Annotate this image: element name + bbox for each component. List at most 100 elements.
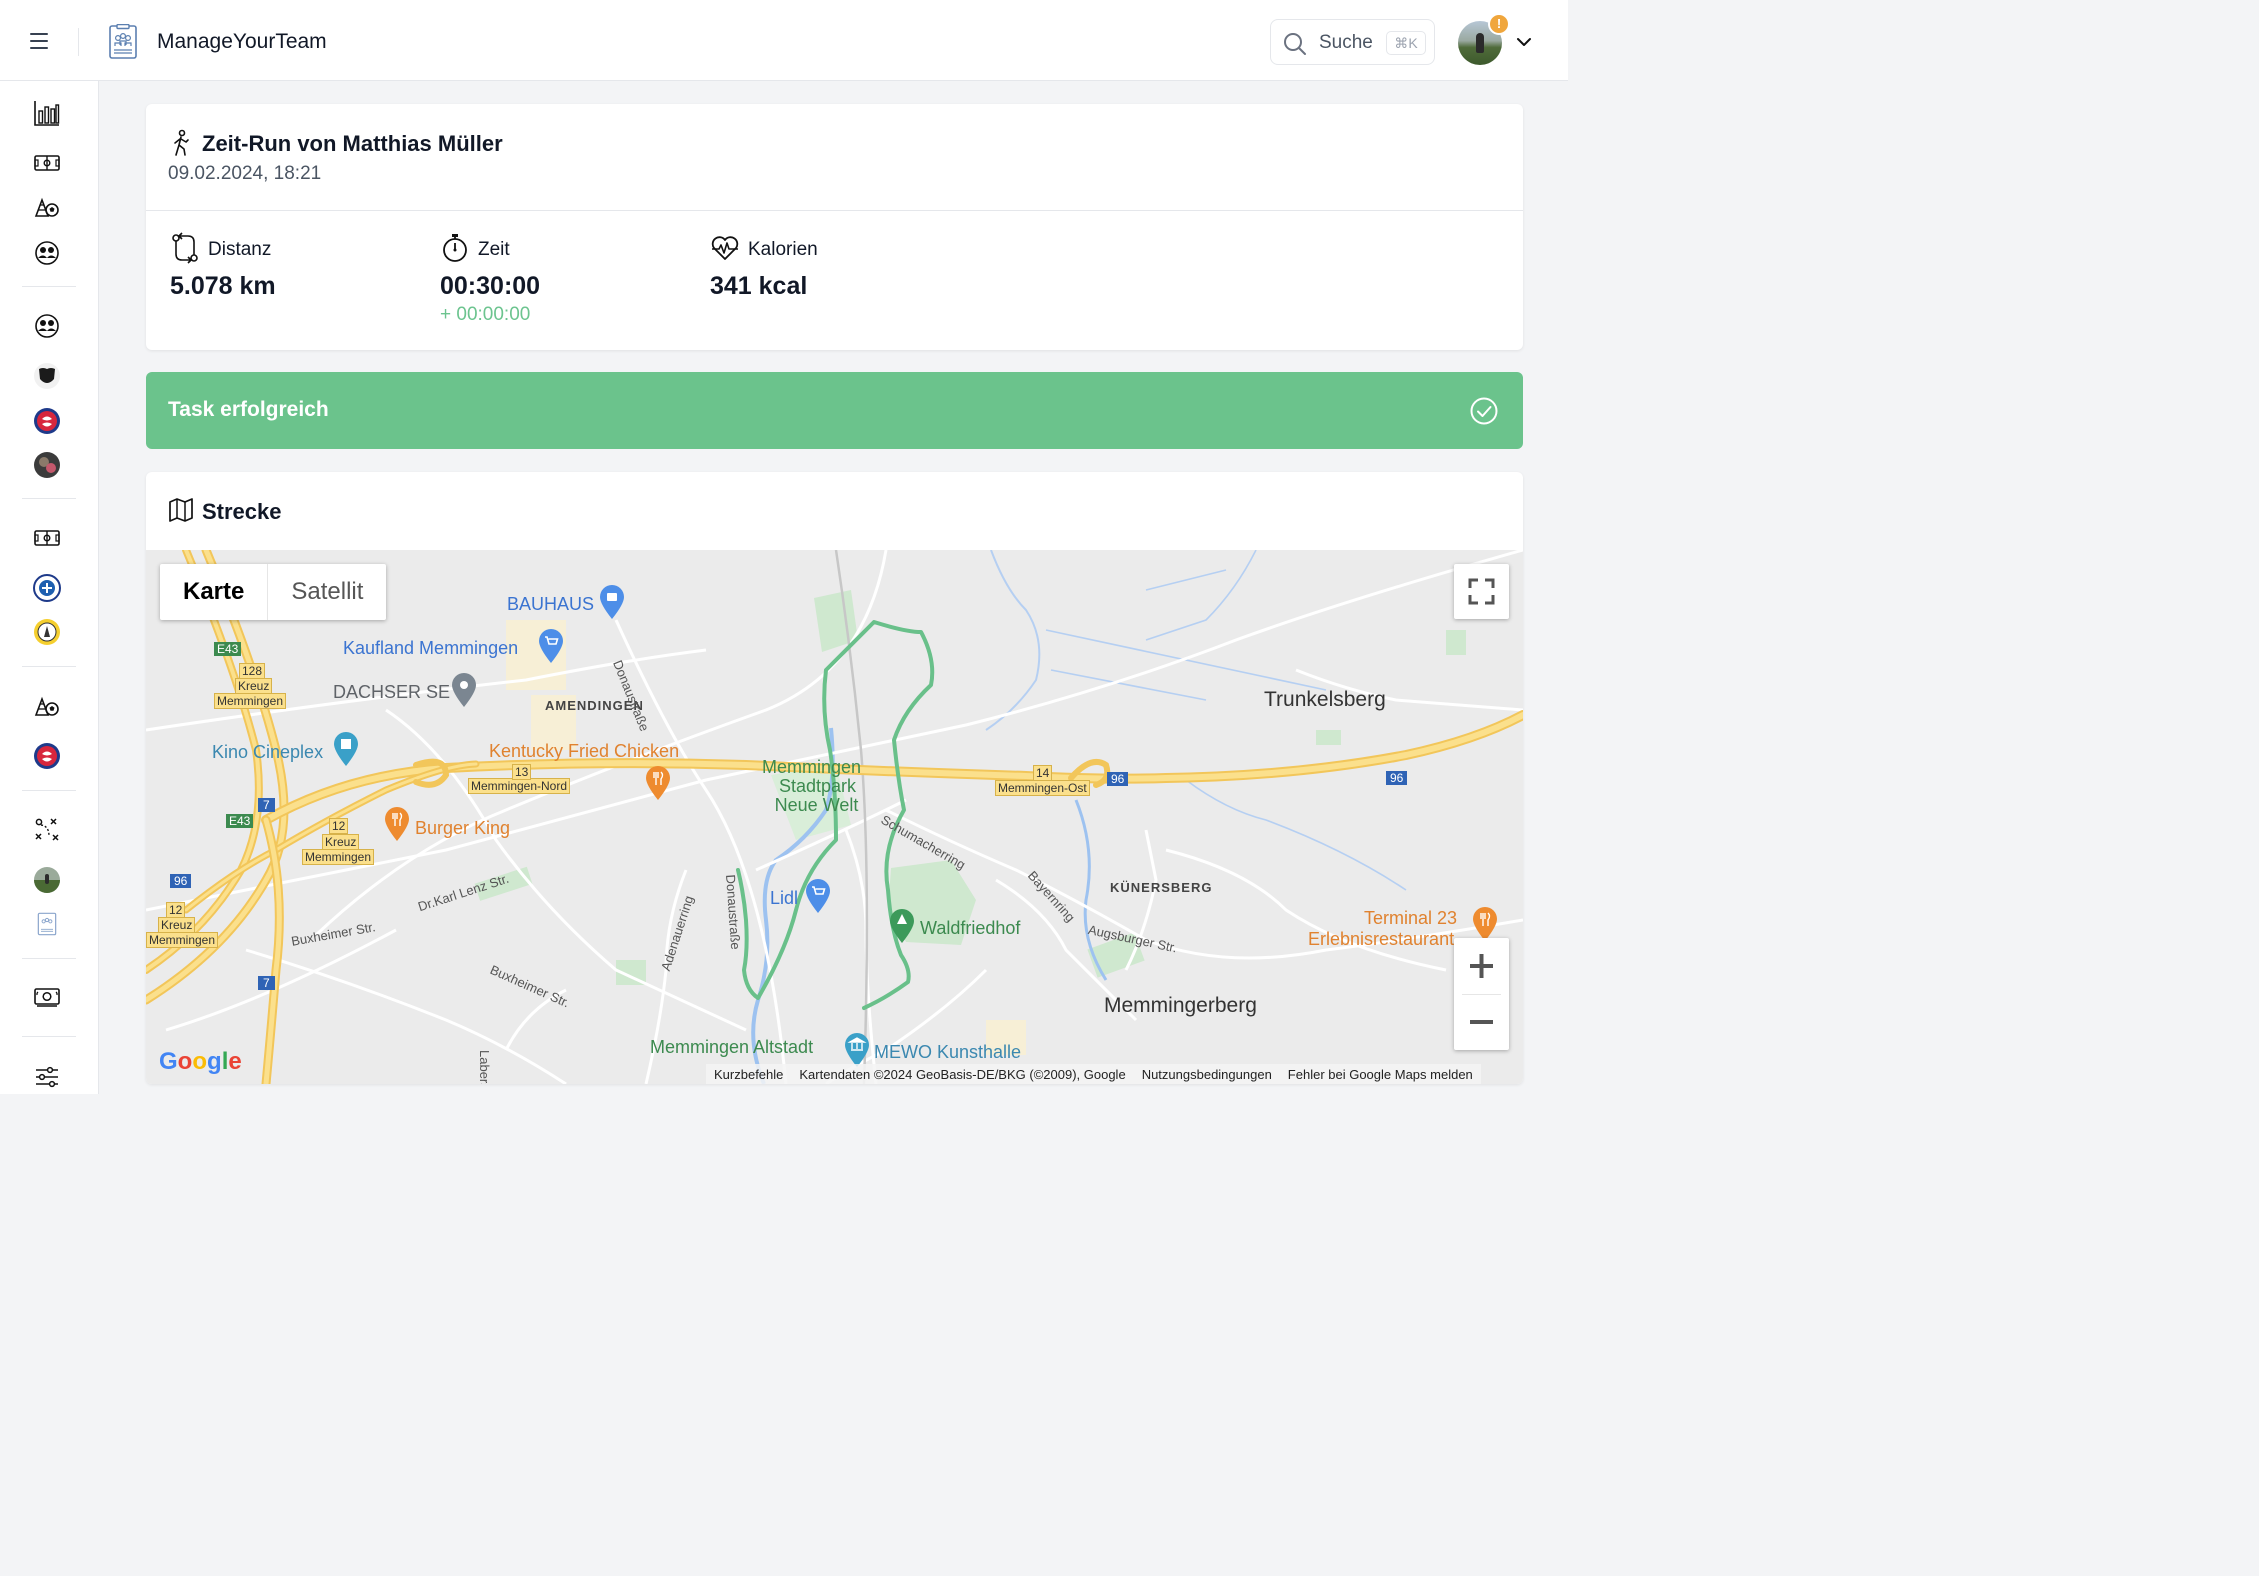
shopping-cart-pin-icon[interactable] (804, 878, 832, 914)
map-label-burger-king: Burger King (415, 818, 511, 838)
sidebar-item-profile[interactable] (33, 866, 61, 894)
sidebar-item-club-3[interactable] (33, 451, 61, 479)
sidebar-divider (22, 958, 76, 959)
sidebar-item-field[interactable] (33, 149, 61, 177)
map-attribution: Kurzbefehle Kartendaten ©2024 GeoBasis-D… (706, 1064, 1481, 1084)
notification-badge[interactable]: ! (1488, 13, 1510, 35)
map-data-text: Kartendaten ©2024 GeoBasis-DE/BKG (©2009… (799, 1066, 1126, 1082)
field-icon (34, 155, 60, 171)
map-label-kreuz-12: 12 (329, 818, 349, 834)
sidebar-item-manageyourteam[interactable] (33, 910, 61, 938)
map-label-kfc: Kentucky Fried Chicken (489, 741, 680, 761)
sidebar-item-finance[interactable] (33, 983, 61, 1011)
money-icon (34, 988, 60, 1007)
zoom-controls (1454, 938, 1509, 1050)
map-label-kreuz: Kreuz (322, 834, 360, 850)
menu-icon[interactable] (30, 33, 48, 49)
keyboard-shortcuts-link[interactable]: Kurzbefehle (706, 1067, 791, 1082)
terms-link[interactable]: Nutzungsbedingungen (1134, 1067, 1280, 1082)
cinema-pin-icon[interactable] (332, 731, 360, 767)
run-date: 09.02.2024, 18:21 (168, 163, 322, 184)
sidebar-divider (22, 286, 76, 287)
sidebar-divider (22, 498, 76, 499)
task-success-banner: Task erfolgreich (146, 372, 1523, 449)
bar-chart-icon (34, 101, 60, 126)
stat-calories-label: Kalorien (748, 239, 818, 260)
sidebar-item-equipment[interactable] (33, 194, 61, 222)
restaurant-pin-icon[interactable] (383, 806, 411, 842)
walking-person-icon (174, 129, 189, 156)
tactics-icon (35, 818, 59, 841)
stat-calories: Kalorien 341 kcal (710, 232, 950, 332)
sidebar-item-team-2[interactable] (33, 312, 61, 340)
map-type-satellit-button[interactable]: Satellit (268, 564, 386, 620)
sidebar-item-field-2[interactable] (33, 524, 61, 552)
app-title[interactable]: ManageYourTeam (157, 30, 327, 54)
top-bar: ManageYourTeam Suche ⌘K ! (0, 0, 1568, 81)
equipment-icon (34, 197, 59, 217)
restaurant-pin-icon[interactable] (1471, 906, 1499, 942)
heart-pulse-icon (711, 236, 739, 260)
map-label-kreuz-12-b: 12 (166, 902, 186, 918)
map-icon (169, 498, 193, 522)
sidebar-item-club-2[interactable] (33, 407, 61, 435)
map-label-kreuz-memmingen: Memmingen (302, 849, 375, 865)
route-map[interactable]: BAUHAUS Kaufland Memmingen DACHSER SE AM… (146, 550, 1523, 1084)
sidebar-item-team[interactable] (33, 239, 61, 267)
search-button[interactable]: Suche ⌘K (1270, 19, 1435, 65)
map-label-kreuz-memmingen-b: Memmingen (146, 932, 219, 948)
shopping-pin-icon[interactable] (598, 584, 626, 620)
team-icon (35, 314, 59, 338)
stopwatch-icon (443, 234, 467, 262)
map-type-switcher: Karte Satellit (160, 564, 387, 620)
route-card: Strecke BAUHAUS Kaufland Memmingen DACHS… (146, 472, 1523, 1084)
restaurant-pin-icon[interactable] (644, 765, 672, 801)
sidebar-item-settings[interactable] (33, 1063, 61, 1091)
park-pin-icon[interactable] (888, 908, 916, 944)
map-base (146, 550, 1523, 1084)
map-label-waldfriedhof: Waldfriedhof (920, 918, 1021, 938)
divider (78, 28, 79, 56)
map-label-altstadt: Memmingen Altstadt (650, 1037, 814, 1057)
map-label-terminal: Terminal 23 (1364, 908, 1458, 928)
map-label-stadtpark-2: Stadtpark (779, 776, 857, 796)
chevron-down-icon[interactable] (1516, 36, 1532, 48)
sidebar-item-club-4[interactable] (33, 574, 61, 602)
sidebar-item-statistics[interactable] (33, 99, 61, 127)
map-label-erlebnis: Erlebnisrestaurant (1308, 929, 1455, 949)
museum-pin-icon[interactable] (843, 1032, 871, 1068)
shopping-cart-pin-icon[interactable] (537, 628, 565, 664)
club-crest-icon (34, 408, 60, 434)
sidebar-item-tactics[interactable] (33, 816, 61, 844)
report-error-link[interactable]: Fehler bei Google Maps melden (1280, 1067, 1481, 1082)
map-type-karte-button[interactable]: Karte (160, 564, 269, 620)
map-label-mewo: MEWO Kunsthalle (874, 1042, 1022, 1062)
place-pin-icon[interactable] (450, 672, 478, 708)
logo-icon (37, 912, 57, 936)
sidebar-item-club-1[interactable] (33, 362, 61, 390)
field-icon (34, 530, 60, 546)
map-label-dachser: DACHSER SE (333, 682, 451, 702)
check-circle-icon (1470, 397, 1498, 425)
search-shortcut: ⌘K (1386, 31, 1426, 55)
avatar-icon (34, 867, 60, 893)
logo-icon[interactable] (108, 24, 138, 60)
zoom-out-button[interactable] (1454, 994, 1509, 1050)
stat-distance-label: Distanz (208, 239, 272, 260)
map-label-kreuz-128: 128 (239, 663, 266, 679)
sidebar-item-equipment-2[interactable] (33, 693, 61, 721)
sidebar-item-club-6[interactable] (33, 742, 61, 770)
route-title: Strecke (202, 499, 282, 524)
map-label-memmingerberg: Memmingerberg (1104, 994, 1257, 1017)
map-label-a96: 96 (170, 874, 192, 888)
map-label-a7: 7 (258, 798, 275, 812)
search-label: Suche (1319, 32, 1373, 53)
club-crest-icon (34, 619, 60, 645)
map-label-a7-2: 7 (258, 976, 275, 990)
run-title: Zeit-Run von Matthias Müller (202, 131, 503, 156)
stat-distance-value: 5.078 km (170, 272, 276, 300)
zoom-in-button[interactable] (1454, 938, 1509, 994)
sidebar-item-club-5[interactable] (33, 618, 61, 646)
google-logo[interactable]: Google (159, 1048, 242, 1076)
fullscreen-button[interactable] (1454, 564, 1509, 619)
